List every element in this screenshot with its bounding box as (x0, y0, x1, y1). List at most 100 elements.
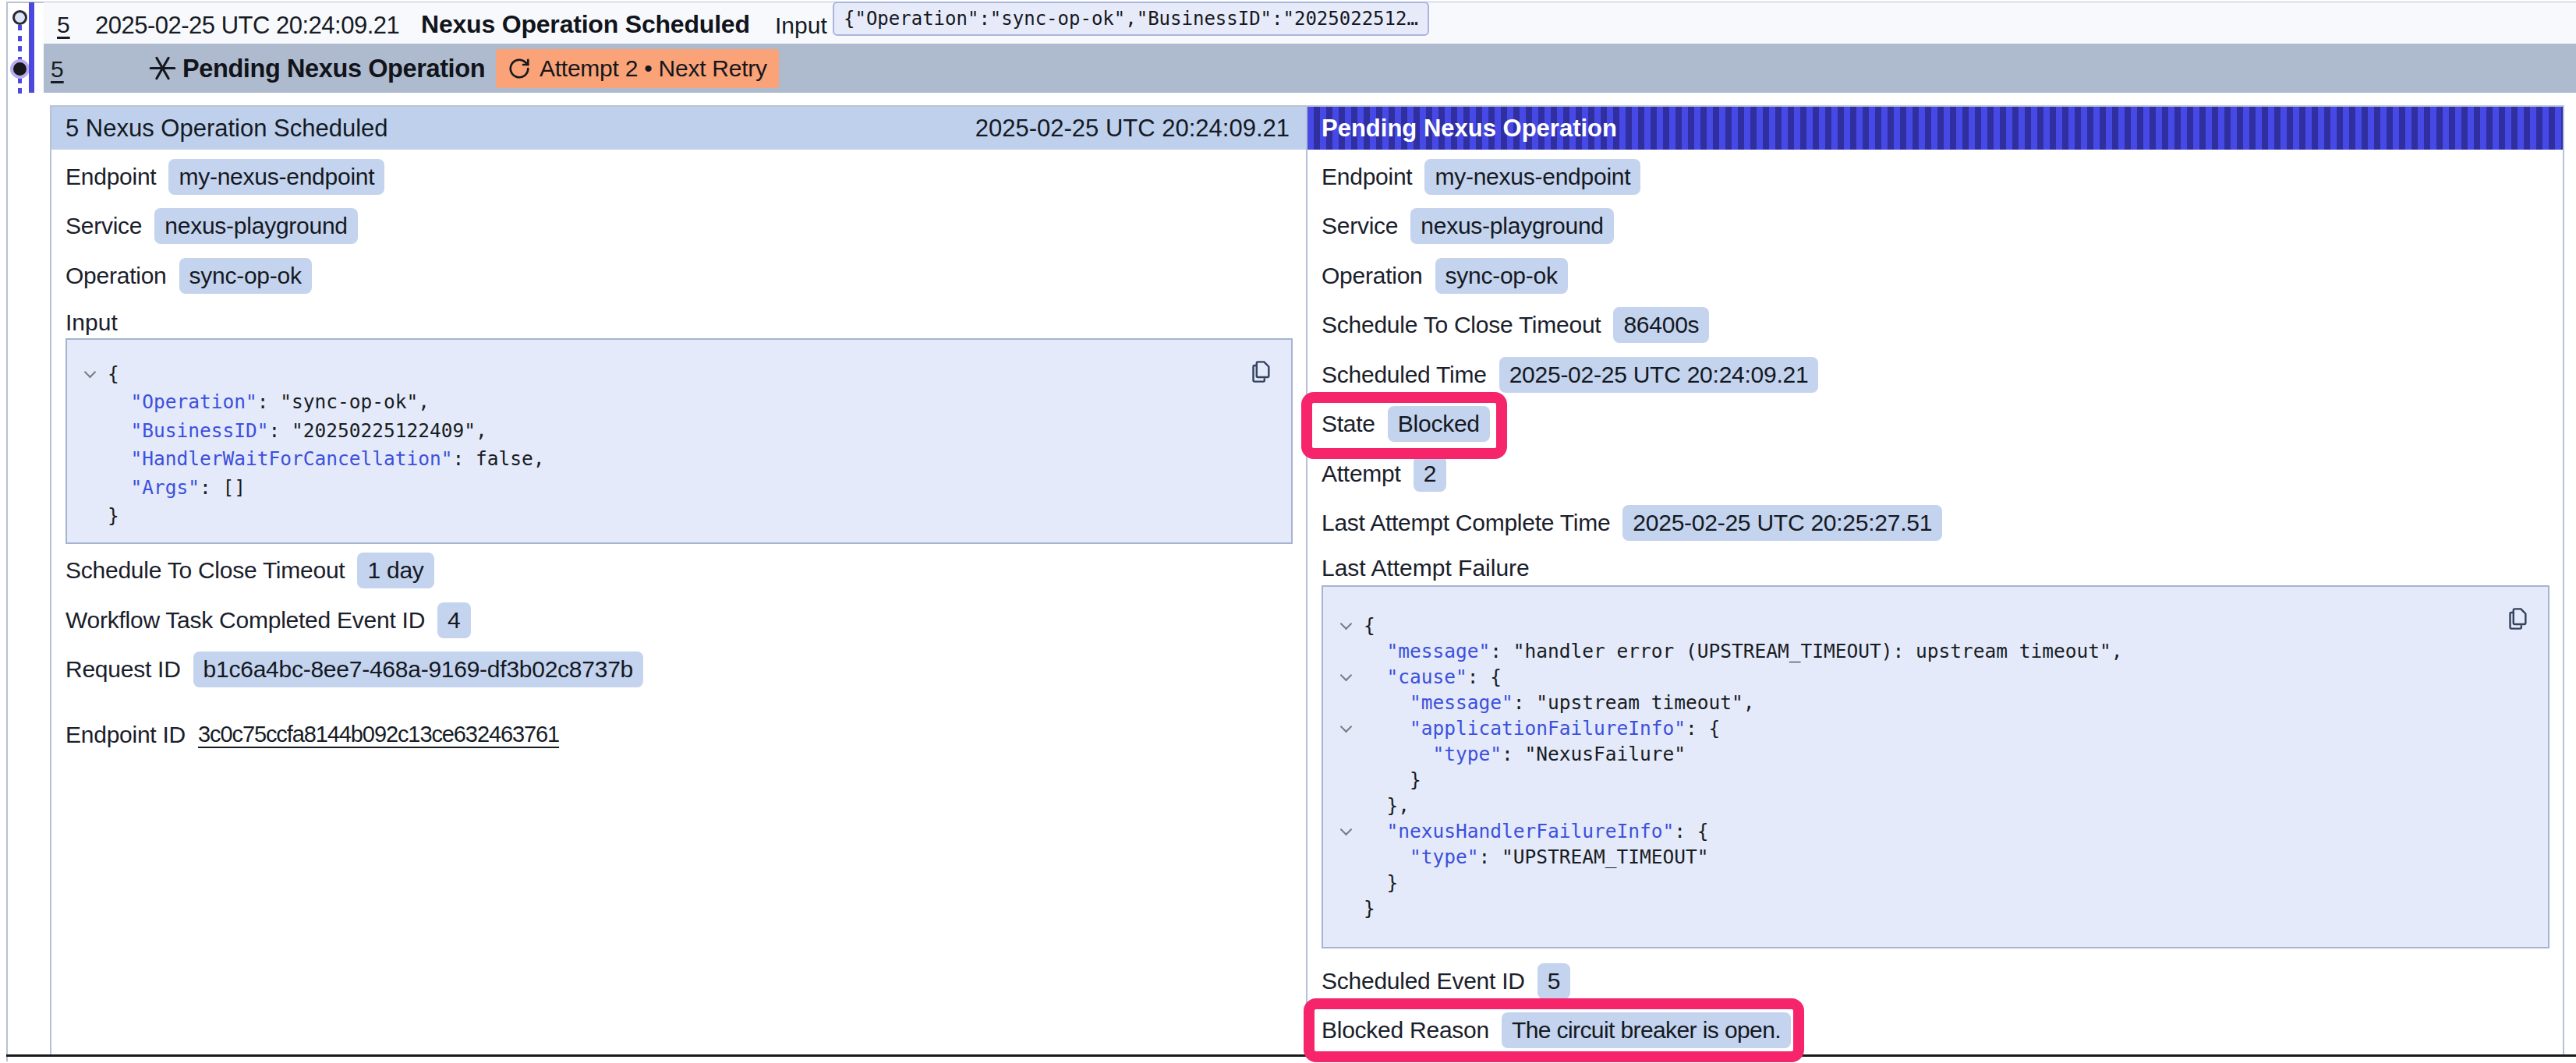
code-token: "nexusHandlerFailureInfo" (1387, 820, 1675, 842)
field-row-operation: Operation sync-op-ok (51, 251, 1306, 301)
pending-row-id-link[interactable]: 5 (51, 56, 64, 83)
event-row-nexus-operation-scheduled[interactable]: 5 2025-02-25 UTC 20:24:09.21 Nexus Opera… (44, 2, 2576, 44)
code-token: : (257, 390, 281, 413)
code-token (1364, 691, 1410, 714)
code-line: "type": "UPSTREAM_TIMEOUT" (1323, 844, 2548, 870)
state-highlight-annotation (1301, 392, 1507, 459)
event-detail-title: 5 Nexus Operation Scheduled (65, 115, 388, 143)
circle-outline-marker[interactable] (12, 10, 27, 25)
pending-operation-panel: Pending Nexus Operation Endpoint my-nexu… (1306, 105, 2564, 1055)
endpoint-id-link[interactable]: 3c0c75ccfa8144b092c13ce632463761 (198, 722, 559, 747)
retry-attempt-badge: Attempt 2 • Next Retry (496, 49, 779, 88)
event-id-link[interactable]: 5 (57, 12, 70, 38)
field-label: Operation (1322, 263, 1423, 289)
code-token: : (269, 419, 292, 442)
field-label: Service (65, 213, 142, 239)
code-line: { (1323, 613, 2548, 638)
pending-operation-title: Pending Nexus Operation (1322, 115, 1617, 143)
field-label: Workflow Task Completed Event ID (65, 607, 425, 634)
event-detail-header: 5 Nexus Operation Scheduled 2025-02-25 U… (51, 107, 1306, 150)
code-token: : (1686, 717, 1709, 740)
code-token: : (1674, 820, 1697, 842)
retry-badge-label: Attempt 2 • Next Retry (540, 55, 767, 82)
code-token: "type" (1410, 846, 1479, 868)
asterisk-icon (147, 53, 178, 83)
code-line: "Operation": "sync-op-ok", (67, 388, 1291, 417)
code-token (1364, 640, 1387, 662)
code-token (108, 447, 131, 470)
temporal-event-history-view: 5 2025-02-25 UTC 20:24:09.21 Nexus Opera… (0, 0, 2576, 1063)
chevron-down-icon[interactable] (1342, 722, 1352, 733)
code-token: "HandlerWaitForCancellation" (131, 447, 453, 470)
code-token: : (1490, 640, 1513, 662)
chevron-down-icon[interactable] (86, 368, 96, 378)
active-event-indicator-bar (29, 2, 34, 93)
event-summary-key: Input (775, 12, 827, 39)
field-value-chip: my-nexus-endpoint (1424, 159, 1640, 195)
code-line: "message": "handler error (UPSTREAM_TIME… (1323, 638, 2548, 664)
code-token: : (1479, 846, 1502, 868)
code-line: "cause": { (1323, 664, 2548, 690)
code-token: "NexusFailure" (1525, 743, 1686, 765)
field-value-chip: 2025-02-25 UTC 20:24:09.21 (1499, 357, 1819, 393)
circle-filled-marker[interactable] (10, 59, 30, 79)
code-line: "applicationFailureInfo": { (1323, 715, 2548, 741)
code-line: }, (1323, 793, 2548, 818)
chevron-down-icon[interactable] (1342, 825, 1352, 835)
code-token (1364, 666, 1387, 688)
code-token: } (1387, 871, 1399, 894)
field-value-chip: 86400s (1613, 307, 1709, 343)
code-token: } (1364, 897, 1375, 920)
code-line: "message": "upstream timeout", (1323, 690, 2548, 715)
code-line: "Args": [] (67, 474, 1291, 503)
code-token: [] (223, 476, 246, 499)
input-json-viewer: { "Operation": "sync-op-ok", "BusinessID… (65, 338, 1293, 544)
code-token: : (200, 476, 223, 499)
code-token: { (1490, 666, 1502, 688)
code-line: "BusinessID": "20250225122409", (67, 417, 1291, 446)
code-line: "nexusHandlerFailureInfo": { (1323, 818, 2548, 844)
last-attempt-failure-label: Last Attempt Failure (1307, 553, 2563, 584)
code-token: "upstream timeout", (1536, 691, 1754, 714)
code-token (1364, 768, 1410, 791)
code-token: } (108, 504, 119, 527)
field-label: Operation (65, 263, 167, 289)
field-row-workflow-task-completed-event-id: Workflow Task Completed Event ID 4 (51, 595, 1306, 645)
event-type-title: Nexus Operation Scheduled (421, 10, 750, 39)
chevron-down-icon[interactable] (1342, 671, 1352, 681)
table-left-border (6, 2, 8, 1061)
code-token: "cause" (1387, 666, 1467, 688)
field-row-endpoint: Endpoint my-nexus-endpoint (1307, 152, 2563, 202)
code-token: "type" (1433, 743, 1502, 765)
input-section-label: Input (51, 307, 1306, 338)
code-token (108, 390, 131, 413)
code-line: } (1323, 767, 2548, 793)
code-token (1364, 743, 1433, 765)
field-label: Last Attempt Complete Time (1322, 510, 1610, 536)
event-detail-timestamp: 2025-02-25 UTC 20:24:09.21 (975, 115, 1290, 143)
field-value-chip: 4 (437, 602, 470, 638)
field-row-request-id: Request ID b1c6a4bc-8ee7-468a-9169-df3b0… (51, 645, 1306, 695)
pending-operation-header: Pending Nexus Operation (1307, 107, 2563, 150)
code-token: "message" (1387, 640, 1491, 662)
field-label: Endpoint (65, 164, 156, 190)
code-line: } (67, 502, 1291, 531)
field-label: Endpoint ID (65, 722, 186, 748)
field-value-chip: b1c6a4bc-8ee7-468a-9169-df3b02c8737b (193, 652, 643, 687)
pending-nexus-operation-row[interactable]: 5 Pending Nexus Operation Attempt 2 • Ne… (44, 44, 2576, 93)
code-line: "HandlerWaitForCancellation": false, (67, 445, 1291, 474)
field-value-chip: my-nexus-endpoint (168, 159, 384, 195)
field-value-chip: sync-op-ok (179, 258, 312, 294)
field-label: Service (1322, 213, 1398, 239)
code-token (108, 476, 131, 499)
code-token: false, (476, 447, 545, 470)
code-token: : (453, 447, 476, 470)
field-label: Endpoint (1322, 164, 1412, 190)
field-label: Schedule To Close Timeout (65, 557, 345, 584)
code-token: "sync-op-ok", (280, 390, 430, 413)
chevron-down-icon[interactable] (1342, 620, 1352, 630)
field-row-endpoint: Endpoint my-nexus-endpoint (51, 152, 1306, 202)
code-token: "message" (1410, 691, 1513, 714)
field-label: Attempt (1322, 461, 1401, 487)
event-timestamp: 2025-02-25 UTC 20:24:09.21 (95, 12, 399, 40)
